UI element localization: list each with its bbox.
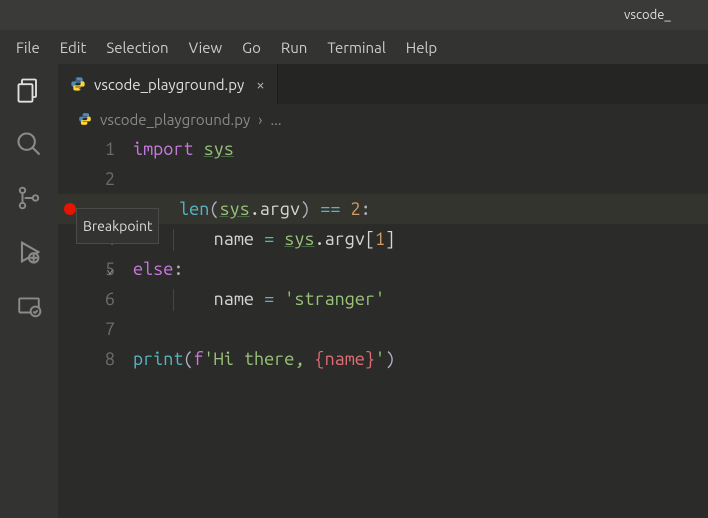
line-number: 7 [105, 314, 115, 344]
python-icon [70, 76, 86, 92]
menu-edit[interactable]: Edit [50, 33, 97, 62]
editor-area: vscode_playground.py × vscode_playground… [58, 64, 708, 518]
menu-terminal[interactable]: Terminal [317, 33, 395, 62]
line-number: 2 [105, 164, 115, 194]
menu-view[interactable]: View [179, 33, 233, 62]
breadcrumb-rest: ... [270, 111, 281, 128]
breadcrumb-file: vscode_playground.py [100, 111, 250, 128]
breakpoint-icon[interactable] [64, 203, 76, 215]
tab-bar: vscode_playground.py × [58, 64, 708, 104]
menu-run[interactable]: Run [271, 33, 317, 62]
close-icon[interactable]: × [256, 76, 264, 93]
menu-go[interactable]: Go [232, 33, 271, 62]
remote-icon[interactable] [15, 292, 43, 320]
line-number: 8 [105, 344, 115, 374]
tab-label: vscode_playground.py [94, 76, 244, 93]
search-icon[interactable] [15, 130, 43, 158]
activity-bar [0, 64, 58, 518]
source-control-icon[interactable] [15, 184, 43, 212]
run-debug-icon[interactable] [15, 238, 43, 266]
window-title: vscode_ [354, 0, 671, 30]
menu-selection[interactable]: Selection [96, 33, 178, 62]
tab-active[interactable]: vscode_playground.py × [58, 64, 278, 104]
breadcrumb[interactable]: vscode_playground.py › ... [58, 104, 708, 134]
titlebar: vscode_ [0, 0, 708, 30]
menubar: File Edit Selection View Go Run Terminal… [0, 30, 708, 64]
chevron-right-icon: › [258, 111, 262, 128]
breakpoint-tooltip: Breakpoint [76, 208, 159, 244]
python-icon [78, 112, 92, 126]
explorer-icon[interactable] [15, 76, 43, 104]
code-editor[interactable]: 1 import sys 2 Breakpoint len(sys.argv) … [58, 134, 708, 518]
menu-file[interactable]: File [6, 33, 50, 62]
line-number: 1 [105, 134, 115, 164]
fold-icon[interactable]: ⌄ [106, 254, 114, 284]
line-number: 6 [105, 284, 115, 314]
menu-help[interactable]: Help [396, 33, 447, 62]
